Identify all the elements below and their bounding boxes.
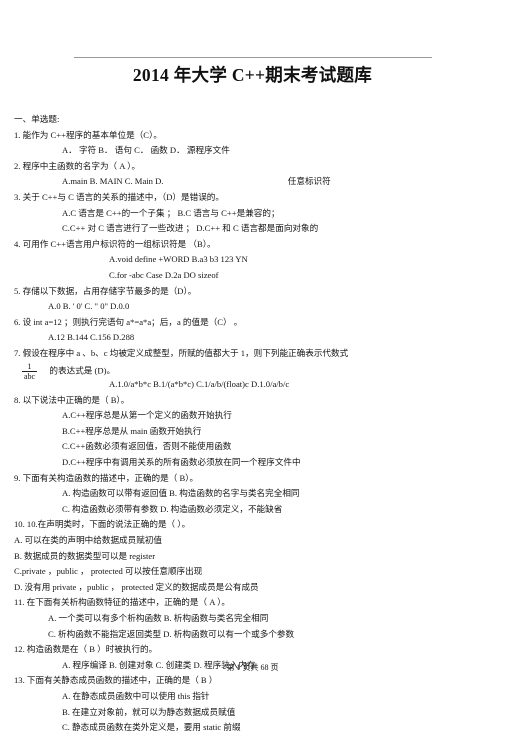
question-13-option-b: B. 在建立对象前，就可以为静态数据成员赋值 bbox=[62, 706, 236, 717]
question-6-number: 6. bbox=[14, 316, 21, 327]
question-11-options-row-1: A. 一个类可以有多个析构函数 B. 析构函数与类名完全相同 bbox=[48, 613, 269, 623]
question-13-stem: 13. 下面有关静态成员函数的描述中，正确的是（ B ） bbox=[14, 673, 492, 689]
question-7-text-1: 假设在程序中 a 、b、c 均被定义成整型，所赋的值都大于 1，则下列能正确表示… bbox=[22, 347, 349, 358]
question-2-stem: 2. 程序中主函数的名字为（ A ）。 bbox=[14, 159, 492, 175]
question-2-text: 程序中主函数的名字为（ A ）。 bbox=[22, 160, 141, 171]
question-11-stem: 11. 在下面有关析构函数特征的描述中，正确的是（ A ）。 bbox=[14, 595, 492, 611]
question-7-number: 7. bbox=[14, 347, 21, 358]
document-page: 2014 年大学 C++期末考试题库 一、单选题: 1. 能作为 C++程序的基… bbox=[0, 0, 505, 732]
question-6-options-row-1: A.12 B.144 C.156 D.288 bbox=[48, 332, 135, 343]
page-title: 2014 年大学 C++期末考试题库 bbox=[132, 65, 373, 85]
section-heading: 一、单选题: bbox=[14, 114, 60, 124]
question-8-text: 以下说法中正确的是（ B）。 bbox=[22, 394, 130, 405]
question-8-option-b: B.C++程序总是从 main 函数开始执行 bbox=[62, 425, 202, 436]
question-9-number: 9. bbox=[14, 472, 21, 483]
question-12-text: 构造函数是在（ B ）时被执行的。 bbox=[26, 644, 158, 655]
question-4-number: 4. bbox=[14, 238, 21, 249]
question-3-options-row-2: C.C++ 对 C 语言进行了一些改进 ； D.C++ 和 C 语言都是面向对象… bbox=[62, 223, 319, 234]
header-rule bbox=[74, 57, 432, 58]
question-1-number: 1. bbox=[14, 129, 21, 140]
question-9-options-row-1: A. 构造函数可以带有返回值 B. 构造函数的名字与类名完全相同 bbox=[62, 488, 300, 499]
question-10-option-c: C.private ，public ， protected 可以按任意顺序出现 bbox=[14, 566, 203, 577]
question-8-stem: 8. 以下说法中正确的是（ B）。 bbox=[14, 393, 492, 409]
question-3-text: 关于 C++与 C 语言的关系的描述中，（D）是错误的。 bbox=[22, 191, 224, 202]
question-13-option-c: C. 静态成员函数在类外定义是，要用 static 前缀 bbox=[62, 722, 241, 733]
question-2-options-main: A.main B. MAIN C. Main D. bbox=[62, 176, 164, 187]
fraction-1-over-abc: 1 abc bbox=[22, 361, 38, 381]
question-5-text: 存储以下数据，占用存储字节最多的是（D）。 bbox=[22, 285, 197, 296]
question-6-stem: 6. 设 int a=12 ；则执行完语句 a*=a*a；后，a 的值是（C） … bbox=[14, 315, 492, 331]
question-10-stem: 10. 10.在声明类时，下面的说法正确的是（ ）。 bbox=[14, 517, 492, 533]
page-footer: 第 1 页共 68 页 bbox=[226, 663, 279, 672]
question-11-text: 在下面有关析构函数特征的描述中，正确的是（ A ）。 bbox=[26, 597, 230, 608]
question-7-stem-line-1: 7. 假设在程序中 a 、b、c 均被定义成整型，所赋的值都大于 1，则下列能正… bbox=[14, 346, 492, 362]
question-5-stem: 5. 存储以下数据，占用存储字节最多的是（D）。 bbox=[14, 284, 492, 300]
question-4-options-row-1: A.void define +WORD B.a3 b3 123 YN bbox=[109, 254, 248, 265]
question-7-options-row-1: A.1.0/a*b*c B.1/(a*b*c) C.1/a/b/(float)c… bbox=[109, 379, 290, 390]
question-5-options-row-1: A.0 B. ' 0' C. " 0" D.0.0 bbox=[48, 301, 130, 312]
question-6-text: 设 int a=12 ；则执行完语句 a*=a*a；后，a 的值是（C） 。 bbox=[22, 316, 243, 327]
question-5-number: 5. bbox=[14, 285, 21, 296]
question-10-option-b: B. 数据成员的数据类型可以是 register bbox=[14, 550, 156, 561]
question-10-option-d: D. 没有用 private ，public ， protected 定义的数据… bbox=[14, 581, 259, 592]
question-4-stem: 4. 可用作 C++语言用户标识符的一组标识符是 （B）。 bbox=[14, 237, 492, 253]
question-13-text: 下面有关静态成员函数的描述中，正确的是（ B ） bbox=[26, 675, 218, 686]
question-3-options-row-1: A.C 语言是 C++的一个子集 ； B.C 语言与 C++是兼容的； bbox=[62, 207, 280, 218]
question-7-text-2: 的表达式是 (D)。 bbox=[49, 364, 116, 375]
question-1-text: 能作为 C++程序的基本单位是（C）。 bbox=[22, 129, 162, 140]
question-9-options-row-2: C. 构造函数必须带有参数 D. 构造函数必须定义，不能缺省 bbox=[62, 503, 283, 514]
question-4-options-row-2: C.for -abc Case D.2a DO sizeof bbox=[109, 269, 219, 280]
question-13-number: 13. bbox=[14, 675, 25, 686]
question-10-text: 10.在声明类时，下面的说法正确的是（ ）。 bbox=[26, 519, 191, 530]
question-8-number: 8. bbox=[14, 394, 21, 405]
question-12-number: 12. bbox=[14, 644, 25, 655]
document-body: 一、单选题: 1. 能作为 C++程序的基本单位是（C）。 A． 字符 B． 语… bbox=[14, 112, 492, 736]
question-11-options-row-2: C. 析构函数不能指定返回类型 D. 析构函数可以有一个或多个参数 bbox=[48, 628, 295, 639]
question-11-number: 11. bbox=[14, 597, 25, 608]
question-10-number: 10. bbox=[14, 519, 25, 530]
fraction-numerator: 1 bbox=[27, 361, 32, 371]
question-1-options: A． 字符 B． 语句 C． 函数 D． 源程序文件 bbox=[62, 145, 230, 156]
question-4-text: 可用作 C++语言用户标识符的一组标识符是 （B）。 bbox=[22, 238, 216, 249]
question-12-stem: 12. 构造函数是在（ B ）时被执行的。 bbox=[14, 642, 492, 658]
question-10-option-a: A. 可以在类的声明中给数据成员赋初值 bbox=[14, 535, 163, 546]
question-13-option-a: A. 在静态成员函数中可以使用 this 指针 bbox=[62, 690, 210, 701]
question-2-options: A.main B. MAIN C. Main D. 任意标识符 bbox=[14, 174, 492, 190]
fraction-denominator: abc bbox=[22, 370, 38, 381]
question-9-text: 下面有关构造函数的描述中，正确的是（ B）。 bbox=[22, 472, 199, 483]
question-3-number: 3. bbox=[14, 191, 21, 202]
question-2-options-tail: 任意标识符 bbox=[287, 176, 331, 187]
question-2-number: 2. bbox=[14, 160, 21, 171]
question-9-stem: 9. 下面有关构造函数的描述中，正确的是（ B）。 bbox=[14, 471, 492, 487]
question-7-fraction-row: 1 abc 的表达式是 (D)。 bbox=[14, 361, 492, 381]
question-1-stem: 1. 能作为 C++程序的基本单位是（C）。 bbox=[14, 128, 492, 144]
question-3-stem: 3. 关于 C++与 C 语言的关系的描述中，（D）是错误的。 bbox=[14, 190, 492, 206]
question-8-option-d: D.C++程序中有调用关系的所有函数必须放在同一个程序文件中 bbox=[62, 457, 301, 468]
question-8-option-a: A.C++程序总是从第一个定义的函数开始执行 bbox=[62, 410, 232, 421]
question-8-option-c: C.C++函数必须有返回值，否则不能使用函数 bbox=[62, 441, 232, 452]
